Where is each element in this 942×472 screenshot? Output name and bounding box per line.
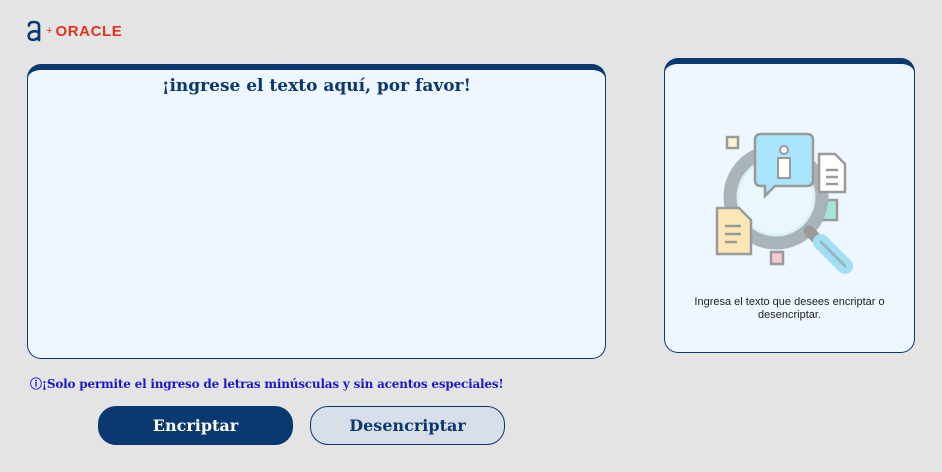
result-panel: Ingresa el texto que desees encriptar o …: [664, 58, 915, 353]
magnifier-documents-illustration-icon: [715, 132, 853, 274]
logo-plus: +: [46, 24, 53, 37]
text-input[interactable]: [27, 64, 606, 359]
alura-logo-icon: [27, 20, 41, 42]
logo: + ORACLE: [26, 20, 122, 42]
oracle-logo: ORACLE: [55, 22, 123, 40]
encrypt-button[interactable]: Encriptar: [98, 406, 293, 445]
decrypt-button[interactable]: Desencriptar: [310, 406, 505, 445]
input-restriction-notice: ⓘ¡Solo permite el ingreso de letras minú…: [30, 377, 504, 391]
empty-message: Ingresa el texto que desees encriptar o …: [694, 296, 885, 321]
